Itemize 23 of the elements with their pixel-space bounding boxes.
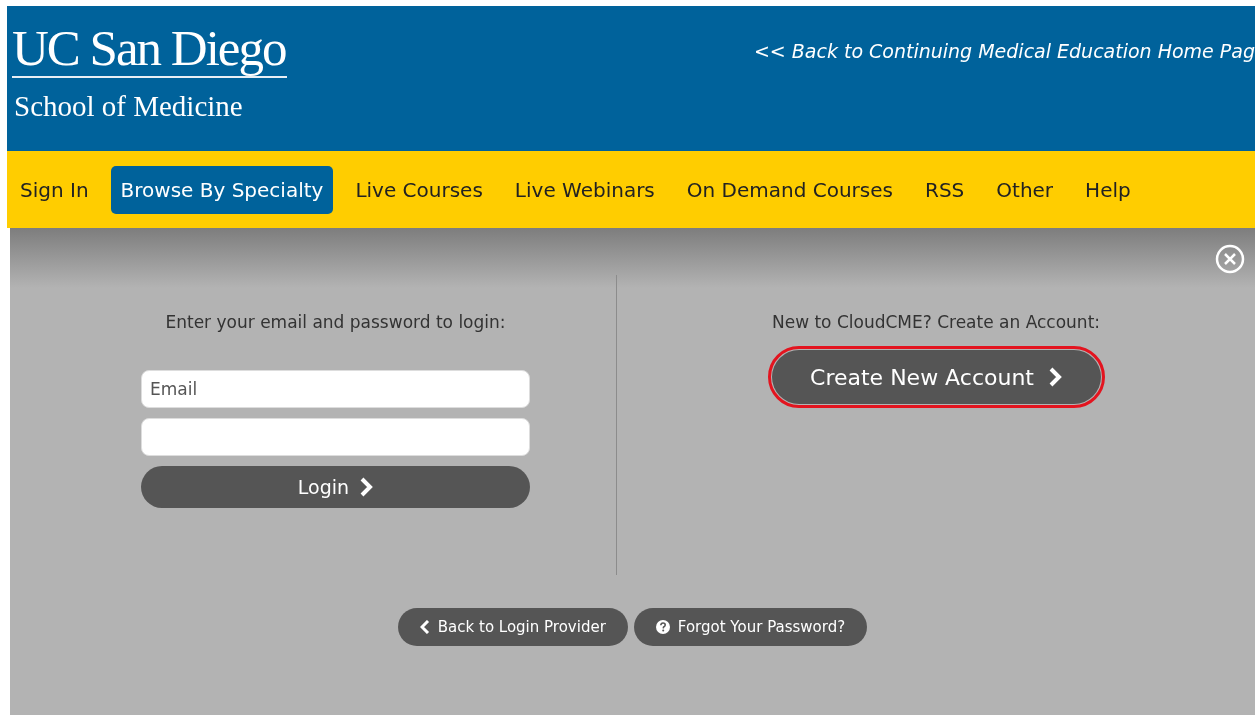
nav-tab[interactable]: Live Webinars [504, 165, 665, 214]
chevron-right-icon [1047, 367, 1062, 387]
chevron-right-icon [359, 477, 374, 497]
close-icon[interactable] [1215, 244, 1245, 274]
email-field[interactable]: Email [141, 370, 530, 408]
help-icon [655, 620, 670, 634]
nav-tab[interactable]: Other [986, 165, 1064, 214]
nav-tab[interactable]: On Demand Courses [676, 165, 903, 214]
nav-tab[interactable]: Sign In [10, 165, 99, 214]
logo-subtitle: School of Medicine [13, 90, 244, 123]
nav-tab[interactable]: Live Courses [345, 165, 493, 214]
signup-prompt: New to CloudCME? Create an Account: [771, 312, 1101, 332]
forgot-password-button[interactable]: Forgot Your Password? [633, 608, 868, 646]
nav-tab[interactable]: Help [1075, 165, 1141, 214]
back-link[interactable]: << Back to Continuing Medical Education Home Pag [753, 40, 1255, 64]
login-prompt: Enter your email and password to login: [164, 312, 507, 332]
logo-title: UC San Diego [12, 20, 288, 78]
back-button[interactable]: Back to Login Provider [397, 608, 628, 646]
chevron-left-icon [419, 620, 430, 634]
nav-tab[interactable]: RSS [915, 165, 975, 214]
login-button[interactable]: Login [141, 466, 530, 508]
nav-tab[interactable]: Browse By Specialty [110, 165, 334, 214]
password-field[interactable] [141, 418, 530, 456]
